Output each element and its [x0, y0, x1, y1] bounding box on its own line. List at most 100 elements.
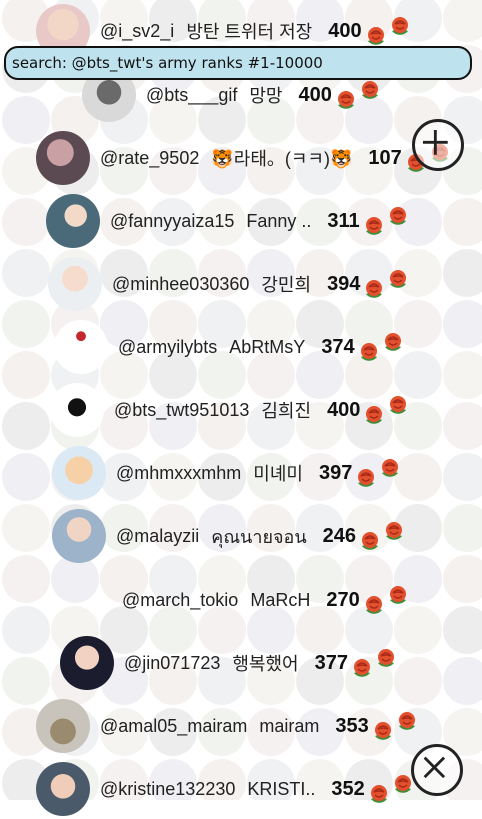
rose-icon-pair [364, 14, 414, 48]
rose-icon [366, 406, 383, 424]
rose-icon [370, 785, 387, 803]
rank-row[interactable]: @mhmxxxmhm 미녜미 397 [52, 443, 404, 503]
rank-count: 352 [331, 777, 365, 800]
rose-icon [386, 522, 403, 540]
rank-count: 394 [327, 272, 361, 295]
display-name: 김희진 [261, 401, 312, 421]
rose-icon [389, 586, 406, 604]
avatar[interactable] [52, 446, 106, 500]
rose-icon [374, 722, 391, 740]
user-handle[interactable]: @march_tokio [122, 590, 238, 611]
rose-icon-pair [350, 646, 400, 680]
avatar[interactable] [36, 131, 90, 185]
user-handle[interactable]: @i_sv2_i [100, 21, 174, 42]
background-avatar-tile [2, 351, 50, 399]
display-name: MaRcH [250, 589, 311, 610]
rose-icon [391, 17, 408, 35]
display-name: Fanny .. [246, 210, 312, 231]
user-handle[interactable]: @kristine132230 [100, 779, 235, 800]
rose-icon-pair [354, 456, 404, 490]
add-button[interactable] [412, 119, 464, 171]
user-handle[interactable]: @minhee030360 [112, 274, 249, 295]
rose-icon [384, 333, 401, 351]
background-avatar-tile [2, 453, 50, 501]
rose-icon [398, 712, 415, 730]
rose-icon [367, 27, 384, 45]
rank-row[interactable]: @armyilybts AbRtMsY 374 [54, 317, 407, 377]
background-avatar-tile [2, 555, 50, 603]
rose-icon [377, 649, 394, 667]
avatar[interactable] [58, 573, 112, 627]
rank-count: 311 [327, 209, 360, 232]
avatar[interactable] [52, 509, 106, 563]
rose-icon [358, 469, 375, 487]
rank-row[interactable]: @malayzii คุณนายจอน 246 [52, 506, 408, 566]
background-avatar-tile [2, 300, 50, 348]
rose-icon-pair [357, 330, 407, 364]
rose-icon [353, 659, 370, 677]
rose-icon-pair [362, 393, 412, 427]
user-handle[interactable]: @amal05_mairam [100, 716, 247, 737]
avatar[interactable] [60, 636, 114, 690]
user-handle[interactable]: @bts_twt951013 [114, 400, 249, 421]
rose-icon-pair [358, 519, 408, 553]
background-avatar-tile [443, 657, 482, 705]
background-avatar-tile [443, 198, 482, 246]
rank-row[interactable]: @fannyyaiza15 Fanny .. 311 [46, 191, 412, 251]
background-avatar-tile [443, 351, 482, 399]
background-avatar-tile [443, 453, 482, 501]
rank-row[interactable]: @bts_twt951013 김희진 400 [50, 380, 412, 440]
user-handle[interactable]: @rate_9502 [100, 148, 199, 169]
rank-row[interactable]: @rate_9502 🐯라태。(ㅋㅋ)🐯 107 [36, 128, 454, 188]
rose-icon [366, 280, 383, 298]
avatar[interactable] [46, 194, 100, 248]
rose-icon [362, 532, 379, 550]
user-handle[interactable]: @fannyyaiza15 [110, 211, 234, 232]
rose-icon [390, 396, 407, 414]
rose-icon-pair [371, 709, 421, 743]
rank-count: 400 [328, 19, 362, 42]
background-avatar-tile [2, 504, 50, 552]
avatar[interactable] [36, 699, 90, 753]
close-button[interactable] [411, 744, 463, 796]
rank-count: 270 [326, 588, 360, 611]
rank-count: 353 [335, 714, 369, 737]
user-handle[interactable]: @malayzii [116, 526, 199, 547]
display-name: mairam [259, 715, 320, 736]
user-handle[interactable]: @armyilybts [118, 337, 217, 358]
background-avatar-tile [2, 249, 50, 297]
background-avatar-tile [443, 300, 482, 348]
search-bar[interactable]: search: @bts_twt's army ranks #1-10000 [4, 46, 472, 80]
background-avatar-tile [443, 606, 482, 654]
avatar[interactable] [54, 320, 108, 374]
search-query-text[interactable]: search: @bts_twt's army ranks #1-10000 [12, 54, 323, 72]
rank-row[interactable]: @amal05_mairam mairam 353 [36, 696, 421, 756]
display-name: 방탄 트위터 저장 [186, 22, 313, 42]
avatar[interactable] [50, 383, 104, 437]
background-avatar-tile [443, 402, 482, 450]
rank-row[interactable]: @kristine132230 KRISTI.. 352 [36, 759, 417, 819]
background-avatar-tile [2, 606, 50, 654]
avatar[interactable] [48, 257, 102, 311]
rank-row[interactable]: @minhee030360 강민희 394 [48, 254, 412, 314]
rose-icon-pair [367, 772, 417, 806]
user-handle[interactable]: @mhmxxxmhm [116, 463, 241, 484]
display-name: 행복했어 [232, 654, 299, 674]
rose-icon-pair [362, 267, 412, 301]
background-avatar-tile [443, 249, 482, 297]
display-name: AbRtMsY [229, 336, 306, 357]
background-avatar-tile [2, 402, 50, 450]
background-avatar-tile [443, 504, 482, 552]
rank-row[interactable]: @march_tokio MaRcH 270 [58, 570, 412, 630]
background-avatar-tile [443, 555, 482, 603]
rose-icon-pair [362, 204, 412, 238]
display-name: คุณนายจอน [211, 526, 307, 547]
rank-count: 400 [298, 83, 332, 106]
display-name: 강민희 [261, 275, 312, 295]
user-handle[interactable]: @jin071723 [124, 653, 220, 674]
avatar[interactable] [36, 762, 90, 816]
user-handle[interactable]: @bts___gif [146, 85, 237, 106]
display-name: KRISTI.. [247, 778, 316, 799]
rose-icon-pair [334, 78, 384, 112]
rank-row[interactable]: @jin071723 행복했어 377 [60, 633, 400, 693]
